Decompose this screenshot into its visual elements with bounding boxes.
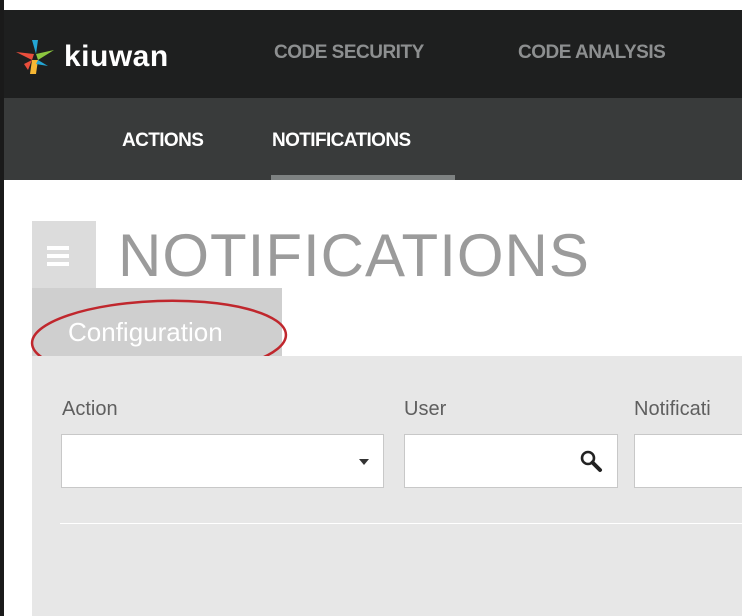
nav-code-security[interactable]: CODE SECURITY (274, 42, 424, 64)
user-search-input[interactable] (404, 434, 618, 488)
search-icon[interactable] (579, 449, 603, 473)
user-label: User (404, 398, 447, 420)
hamburger-icon (47, 246, 69, 270)
logo-text: kiuwan (64, 40, 169, 73)
divider (60, 523, 742, 524)
notification-select[interactable] (634, 434, 742, 488)
action-select[interactable] (61, 434, 384, 488)
caret-down-icon (359, 459, 369, 465)
sub-navigation-bar: ACTIONS NOTIFICATIONS (4, 98, 742, 180)
active-tab-indicator (271, 175, 455, 180)
notification-label: Notificati (634, 398, 711, 420)
subnav-notifications[interactable]: NOTIFICATIONS (272, 130, 411, 152)
top-navigation-bar: kiuwan CODE SECURITY CODE ANALYSIS (4, 10, 742, 98)
kiuwan-logo[interactable]: kiuwan (16, 38, 169, 76)
nav-code-analysis[interactable]: CODE ANALYSIS (518, 42, 666, 64)
kiuwan-logo-icon (16, 40, 54, 74)
action-label: Action (62, 398, 118, 420)
menu-toggle-button[interactable] (32, 221, 96, 291)
subnav-actions[interactable]: ACTIONS (122, 130, 204, 152)
page-title: NOTIFICATIONS (118, 222, 590, 289)
filter-panel: Action User Notificati (32, 356, 742, 616)
